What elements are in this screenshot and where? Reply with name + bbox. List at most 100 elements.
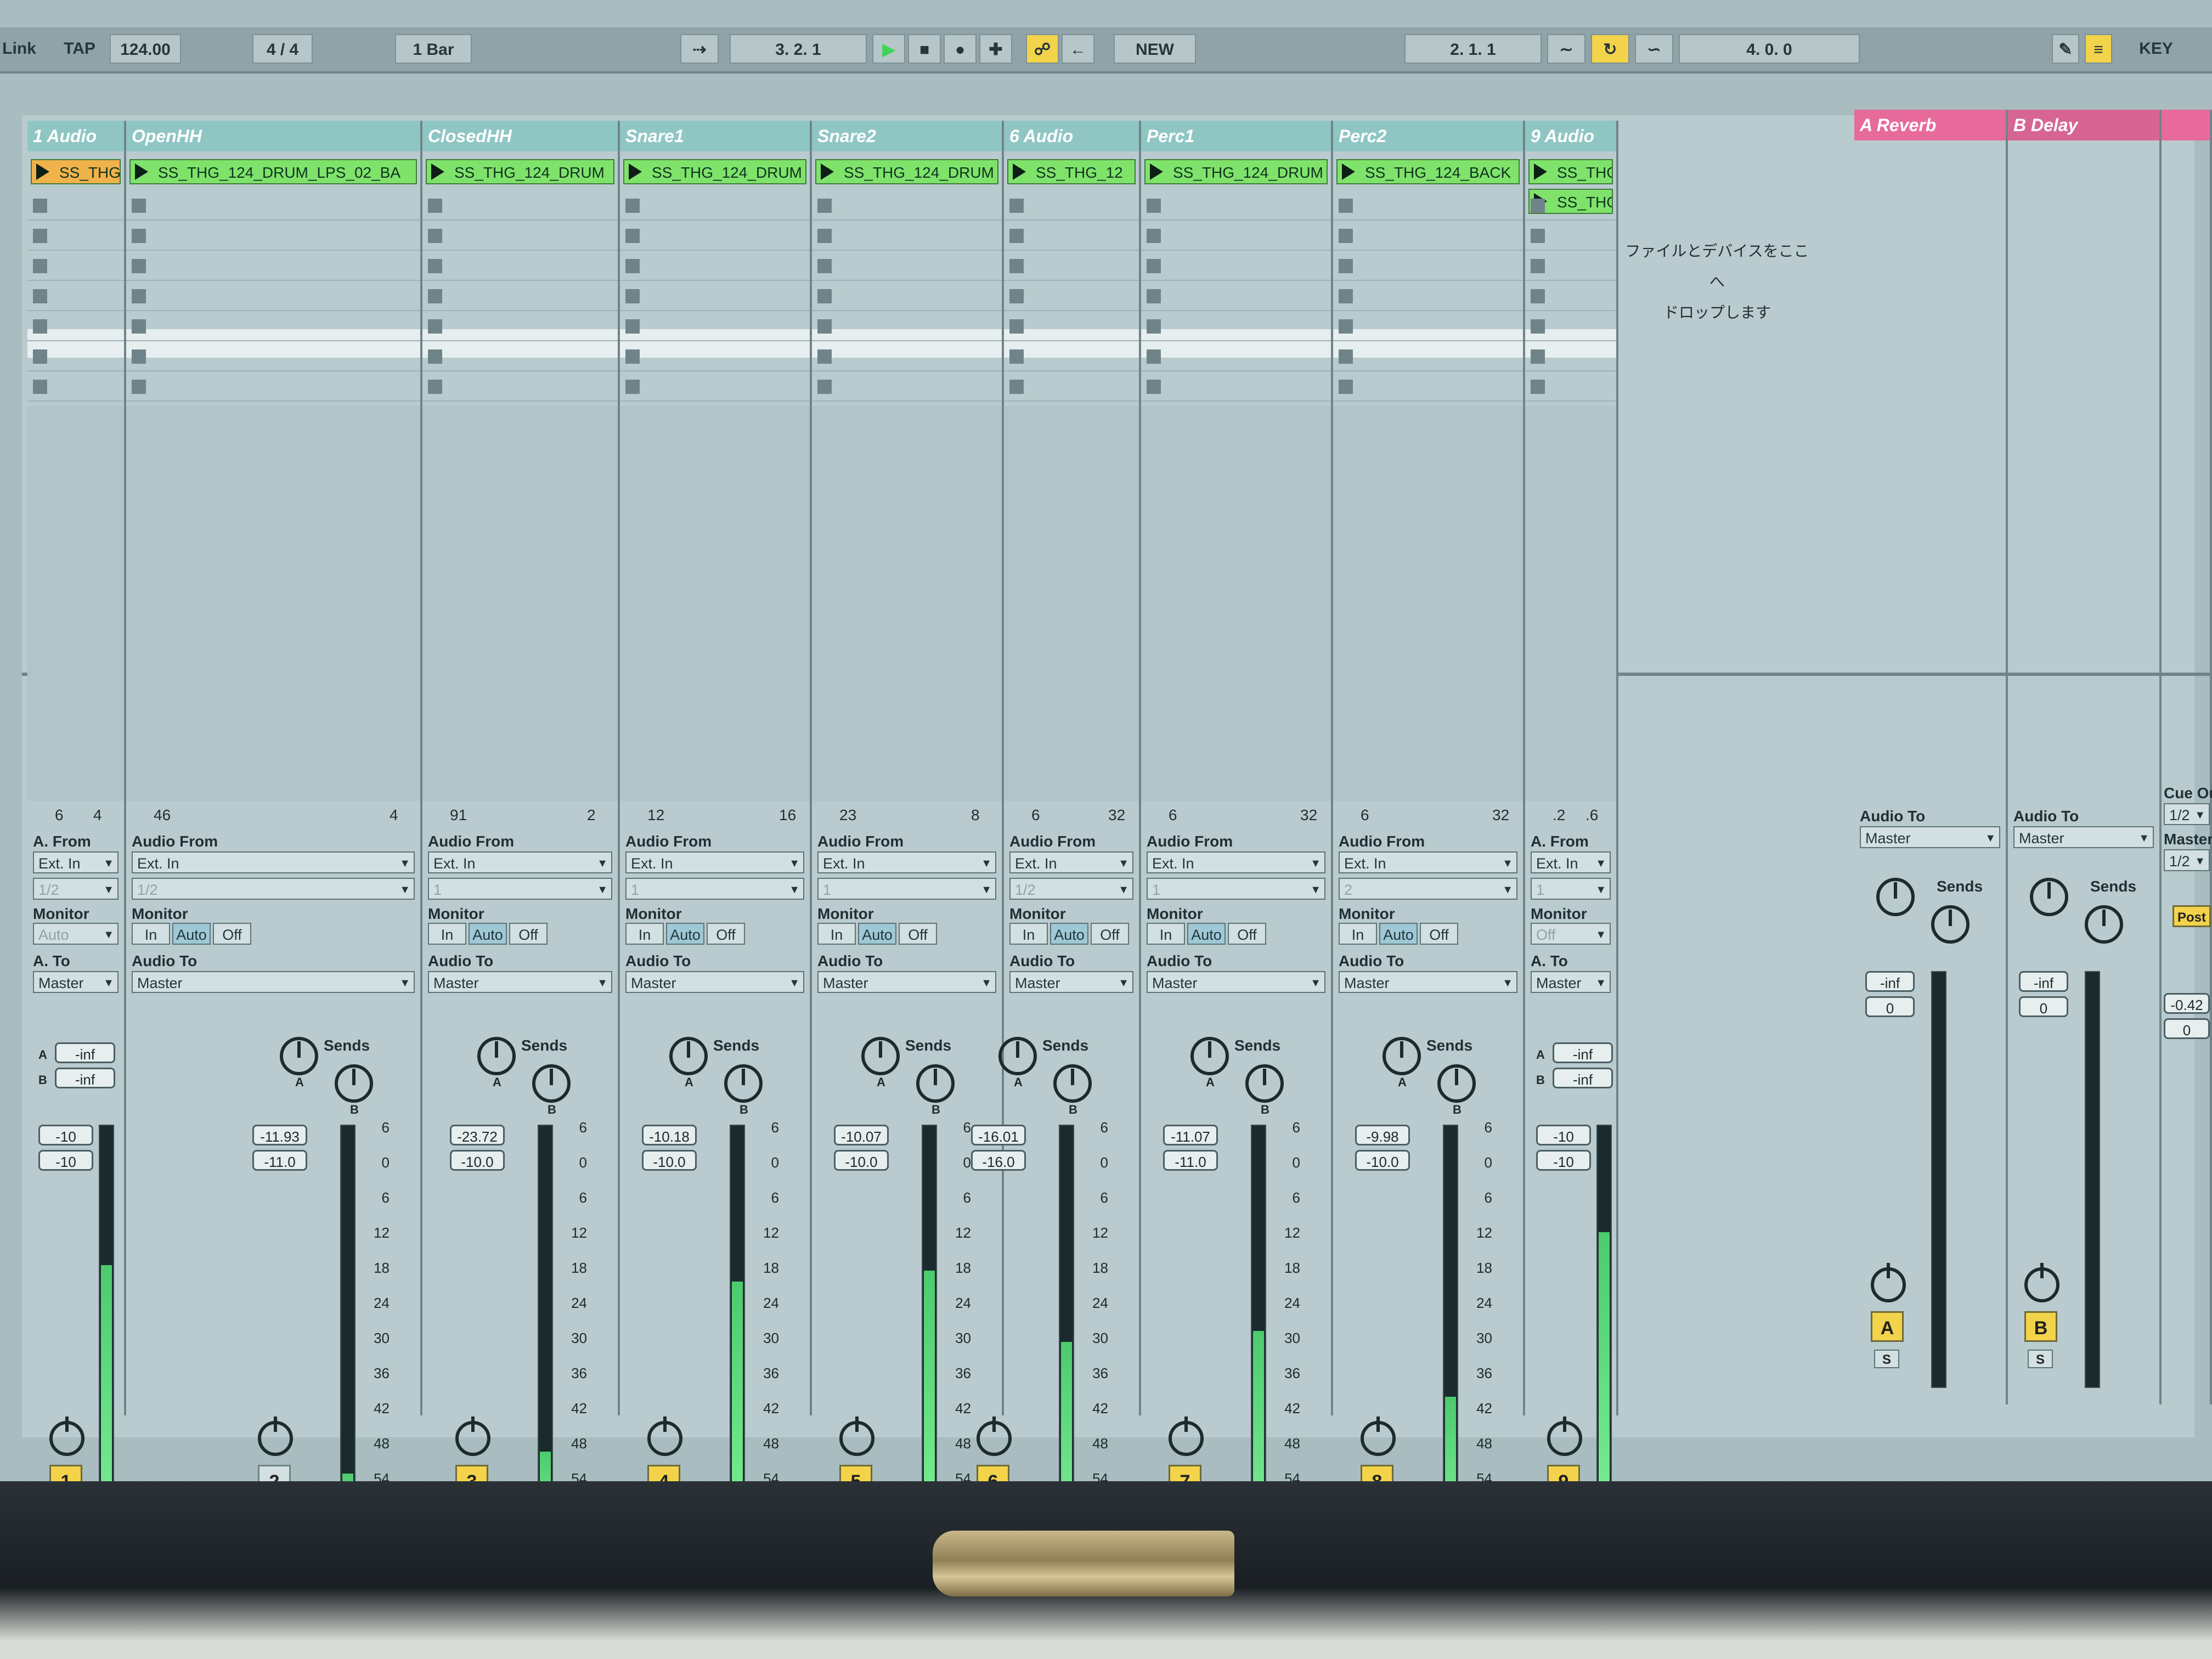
send-b-knob[interactable] xyxy=(1245,1064,1284,1103)
pencil-icon[interactable]: ✎ xyxy=(2052,34,2079,64)
clip-stop-icon[interactable] xyxy=(1147,199,1161,213)
clip-stop-icon[interactable] xyxy=(1009,199,1024,213)
clip-stop-icon[interactable] xyxy=(625,289,640,303)
track-name[interactable]: Snare1 xyxy=(620,121,810,151)
peak-level-display[interactable]: -11.07 xyxy=(1163,1125,1218,1146)
loop-length-field[interactable]: 4. 0. 0 xyxy=(1679,34,1860,64)
clip-stop-icon[interactable] xyxy=(1147,349,1161,364)
monitor-off-button[interactable]: Off xyxy=(707,923,745,945)
audio-to-select[interactable]: Master xyxy=(2013,826,2154,848)
clip-stop-icon[interactable] xyxy=(817,349,832,364)
return-activator-button[interactable]: B xyxy=(2024,1311,2057,1342)
audio-to-select[interactable]: Master xyxy=(1860,826,2000,848)
clip-stop-icon[interactable] xyxy=(1531,380,1545,394)
monitor-in-button[interactable]: In xyxy=(428,923,466,945)
track-activator-button[interactable]: 5 xyxy=(839,1465,872,1481)
clip-stop-icon[interactable] xyxy=(1009,380,1024,394)
send-a-knob[interactable] xyxy=(280,1037,318,1075)
clip-stop-icon[interactable] xyxy=(1009,289,1024,303)
solo-button[interactable]: S xyxy=(1874,1350,1899,1368)
send-b-knob[interactable] xyxy=(724,1064,763,1103)
track-name[interactable]: 1 Audio xyxy=(27,121,124,151)
tempo-field[interactable]: 124.00 xyxy=(110,34,181,64)
clip-slot-playing[interactable]: SS_THG_124_DRUM xyxy=(623,159,806,184)
audio-to-select[interactable]: Master xyxy=(1147,971,1325,993)
monitor-auto-button[interactable]: Auto xyxy=(172,923,211,945)
clip-stop-icon[interactable] xyxy=(132,199,146,213)
automation-arm-icon[interactable]: ☍ xyxy=(1026,34,1059,64)
audio-to-select[interactable]: Master xyxy=(1009,971,1133,993)
input-channel-select[interactable]: 1 xyxy=(817,878,996,900)
monitor-auto-button[interactable]: Auto xyxy=(1187,923,1226,945)
input-channel-select[interactable]: 1/2 xyxy=(33,878,119,900)
volume-value[interactable]: -11.0 xyxy=(252,1150,307,1171)
send-b-knob[interactable] xyxy=(335,1064,373,1103)
clip-stop-icon[interactable] xyxy=(1147,319,1161,334)
cue-out-select[interactable]: 1/2 xyxy=(2164,803,2210,825)
track-name[interactable]: 9 Audio xyxy=(1525,121,1616,151)
arrangement-position-field[interactable]: 3. 2. 1 xyxy=(730,34,867,64)
pan-knob[interactable] xyxy=(2024,1263,2059,1302)
send-a-knob[interactable] xyxy=(1190,1037,1229,1075)
send-a-knob[interactable] xyxy=(669,1037,708,1075)
audio-from-select[interactable]: Ext. In xyxy=(625,851,804,873)
send-b-knob[interactable] xyxy=(2085,905,2123,944)
send-b-knob[interactable] xyxy=(1053,1064,1092,1103)
audio-to-select[interactable]: Master xyxy=(1531,971,1611,993)
clip-stop-icon[interactable] xyxy=(1339,349,1353,364)
monitor-off-button[interactable]: Off xyxy=(509,923,548,945)
monitor-in-button[interactable]: In xyxy=(1339,923,1377,945)
clip-slot-playing[interactable]: SS_THG_124_BACK xyxy=(1336,159,1520,184)
pan-knob[interactable] xyxy=(647,1417,682,1456)
track-activator-button[interactable]: 6 xyxy=(977,1465,1009,1481)
volume-value[interactable]: -10.0 xyxy=(450,1150,505,1171)
clip-stop-icon[interactable] xyxy=(428,380,442,394)
volume-value[interactable]: -10.0 xyxy=(642,1150,697,1171)
clip-stop-icon[interactable] xyxy=(1009,319,1024,334)
pan-knob[interactable] xyxy=(1871,1263,1906,1302)
clip-stop-icon[interactable] xyxy=(428,199,442,213)
monitor-off-button[interactable]: Off xyxy=(1228,923,1266,945)
new-clip-button[interactable]: NEW xyxy=(1114,34,1196,64)
monitor-auto-button[interactable]: Auto xyxy=(858,923,896,945)
track-name[interactable]: 6 Audio xyxy=(1004,121,1139,151)
clip-stop-icon[interactable] xyxy=(1147,380,1161,394)
monitor-off-button[interactable]: Off xyxy=(1091,923,1129,945)
send-a-knob[interactable] xyxy=(1876,878,1915,916)
clip-launch-icon[interactable] xyxy=(1534,163,1547,180)
clip-stop-icon[interactable] xyxy=(1339,199,1353,213)
volume-value[interactable]: 0 xyxy=(2019,996,2068,1017)
peak-level-display[interactable]: -10 xyxy=(1536,1125,1591,1146)
clip-stop-icon[interactable] xyxy=(1339,259,1353,273)
tap-tempo-button[interactable]: TAP xyxy=(55,34,104,64)
send-b-knob[interactable] xyxy=(916,1064,955,1103)
clip-stop-icon[interactable] xyxy=(625,199,640,213)
peak-level-display[interactable]: -inf xyxy=(1865,971,1915,992)
clip-slot-playing[interactable]: SS_THG_124_DRUM xyxy=(1144,159,1328,184)
return-track-name[interactable]: B Delay xyxy=(2008,110,2159,140)
monitor-in-button[interactable]: In xyxy=(132,923,170,945)
input-channel-select[interactable]: 1 xyxy=(625,878,804,900)
clip-stop-icon[interactable] xyxy=(817,259,832,273)
master-track-name[interactable] xyxy=(2162,110,2210,140)
monitor-auto-button[interactable]: Auto xyxy=(1379,923,1418,945)
peak-level-display[interactable]: -23.72 xyxy=(450,1125,505,1146)
monitor-select[interactable]: Off xyxy=(1531,923,1611,945)
send-a-knob[interactable] xyxy=(477,1037,516,1075)
metronome-quantize-select[interactable]: 1 Bar xyxy=(395,34,472,64)
clip-stop-icon[interactable] xyxy=(1147,259,1161,273)
monitor-auto-button[interactable]: Auto xyxy=(469,923,507,945)
send-b-knob[interactable] xyxy=(1437,1064,1476,1103)
clip-slot-playing[interactable]: SS_THG_124_DRUM_LPS_02_BA xyxy=(129,159,417,184)
peak-level-display[interactable]: -10.07 xyxy=(834,1125,889,1146)
input-channel-select[interactable]: 2 xyxy=(1339,878,1517,900)
audio-to-select[interactable]: Master xyxy=(33,971,119,993)
clip-stop-icon[interactable] xyxy=(132,229,146,243)
midi-map-icon[interactable]: ≡ xyxy=(2085,34,2112,64)
monitor-in-button[interactable]: In xyxy=(1147,923,1185,945)
volume-value[interactable]: 0 xyxy=(1865,996,1915,1017)
send-a-knob[interactable] xyxy=(1383,1037,1421,1075)
clip-stop-icon[interactable] xyxy=(625,380,640,394)
monitor-off-button[interactable]: Off xyxy=(899,923,937,945)
clip-stop-icon[interactable] xyxy=(625,319,640,334)
